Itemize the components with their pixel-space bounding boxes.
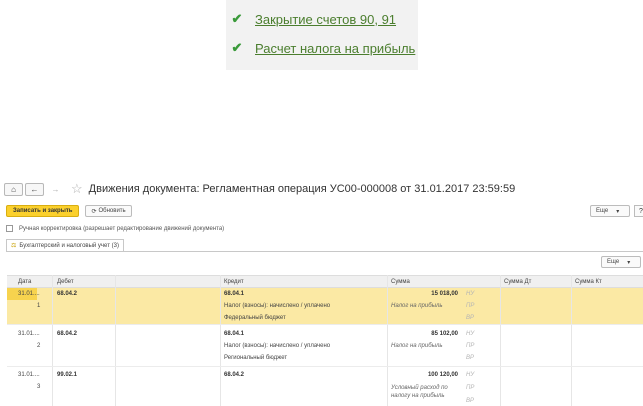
row-credit-sub1: Налог (взносы): начислено / уплачено [224, 343, 331, 349]
manual-correction-label: Ручная корректировка (разрешает редактир… [19, 225, 225, 232]
row-mark: ПР [466, 303, 475, 309]
row-sum-note: Налог на прибыль [391, 303, 443, 309]
row-mark: ВР [466, 355, 475, 361]
command-bar: Записать и закрыть ⟳ Обновить [6, 205, 132, 217]
row-mark: НУ [466, 331, 475, 337]
col-separator [52, 275, 53, 406]
manual-correction-row[interactable]: Ручная корректировка (разрешает редактир… [6, 225, 224, 232]
col-separator [571, 275, 572, 406]
popup-item-close-accounts[interactable]: ✔ Закрытие счетов 90, 91 [230, 11, 396, 27]
notification-popup: ✔ Закрытие счетов 90, 91 ✔ Расчет налога… [226, 0, 418, 70]
refresh-icon: ⟳ [91, 208, 97, 215]
manual-correction-checkbox[interactable] [6, 225, 13, 232]
popup-link[interactable]: Расчет налога на прибыль [255, 41, 415, 56]
row-number: 1 [37, 303, 41, 309]
row-divider [7, 324, 643, 325]
row-debit: 99.02.1 [57, 372, 78, 378]
more-label: Еще [596, 208, 609, 214]
row-debit: 68.04.2 [57, 291, 78, 297]
tab-divider [6, 251, 643, 252]
check-icon: ✔ [231, 11, 243, 26]
row-sum-note: Условный расход по налогу на прибыль [391, 385, 448, 399]
col-sum[interactable]: Сумма [391, 279, 410, 285]
page-title: Движения документа: Регламентная операци… [88, 183, 516, 195]
popup-link[interactable]: Закрытие счетов 90, 91 [255, 12, 396, 27]
row-mark: ПР [466, 385, 475, 391]
row-sum: 15 018,00 [431, 291, 458, 297]
row-credit: 68.04.1 [224, 291, 245, 297]
forward-icon[interactable]: → [46, 183, 65, 196]
back-icon[interactable]: ← [25, 182, 44, 196]
row-debit: 68.04.2 [57, 331, 78, 337]
col-separator [387, 275, 388, 406]
col-debit[interactable]: Дебет [57, 279, 74, 285]
row-credit: 68.04.1 [224, 331, 245, 337]
row-mark: ПР [466, 343, 475, 349]
star-icon[interactable]: ☆ [71, 181, 83, 197]
help-button[interactable]: ? [634, 205, 643, 217]
chevron-down-icon: ▾ [616, 208, 620, 215]
row-date: 31.01.... [18, 331, 40, 337]
col-separator [220, 275, 221, 406]
save-close-button[interactable]: Записать и закрыть [6, 205, 80, 217]
popup-item-profit-tax[interactable]: ✔ Расчет налога на прибыль [230, 40, 416, 56]
table-header [7, 275, 643, 288]
col-sum-dt[interactable]: Сумма Дт [504, 279, 531, 285]
row-sum: 85 102,00 [431, 331, 458, 337]
row-sum-note: Налог на прибыль [391, 343, 443, 349]
tab-label: Бухгалтерский и налоговый учет (3) [19, 242, 119, 249]
col-sum-kt[interactable]: Сумма Кт [575, 279, 602, 285]
home-icon[interactable]: ⌂ [4, 182, 23, 196]
table-more-button[interactable]: Еще ▾ [601, 256, 641, 268]
row-mark: НУ [466, 291, 475, 297]
row-date: 31.01.... [18, 372, 40, 378]
more-label: Еще [607, 259, 620, 265]
row-sum: 100 120,00 [427, 372, 458, 378]
chevron-down-icon: ▾ [627, 259, 631, 266]
row-credit-sub2: Региональный бюджет [224, 355, 288, 361]
col-separator [500, 275, 501, 406]
refresh-button[interactable]: ⟳ Обновить [85, 205, 132, 217]
col-credit[interactable]: Кредит [224, 279, 244, 285]
row-mark: ВР [466, 398, 475, 404]
row-mark: ВР [466, 315, 475, 321]
ledger-icon: ⚖ [11, 243, 17, 249]
row-credit-sub1: Налог (взносы): начислено / уплачено [224, 303, 331, 309]
col-separator [115, 275, 116, 406]
window-header: ⌂ ← → ☆ Движения документа: Регламентная… [4, 181, 515, 197]
row-credit: 68.04.2 [224, 372, 245, 378]
row-number: 2 [37, 343, 41, 349]
row-mark: НУ [466, 372, 475, 378]
refresh-label: Обновить [98, 208, 126, 214]
row-date: 31.01.... [18, 291, 40, 297]
check-icon: ✔ [231, 40, 243, 55]
row-credit-sub2: Федеральный бюджет [224, 315, 286, 321]
row-divider [7, 366, 643, 367]
row-number: 3 [37, 384, 41, 390]
col-date[interactable]: Дата [18, 279, 31, 285]
more-button[interactable]: Еще ▾ [590, 205, 630, 217]
tab-accounting[interactable]: ⚖ Бухгалтерский и налоговый учет (3) [6, 239, 124, 251]
